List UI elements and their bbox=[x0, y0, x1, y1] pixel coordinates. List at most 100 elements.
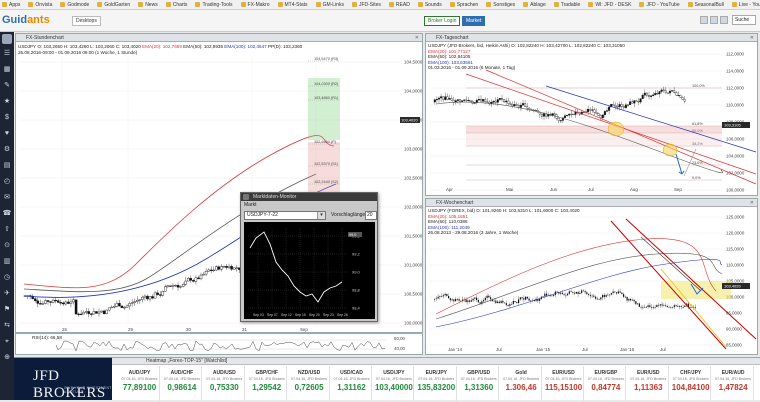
bookmark-item[interactable]: Godmode bbox=[60, 2, 89, 8]
bookmark-item[interactable]: Onvista bbox=[28, 2, 52, 8]
candle bbox=[90, 313, 93, 315]
candle bbox=[490, 297, 492, 300]
sidebar-nav-icon[interactable]: ◴ bbox=[0, 174, 14, 190]
folder-icon bbox=[60, 2, 66, 7]
sidebar-nav-icon[interactable]: ✎ bbox=[0, 78, 14, 94]
popup-titlebar[interactable]: Marktdaten-Monitor bbox=[241, 193, 377, 201]
candle bbox=[565, 294, 567, 296]
bookmark-item[interactable]: MT4-Stats bbox=[277, 2, 308, 8]
app-logo[interactable]: Guidants bbox=[2, 14, 50, 26]
bookmark-item[interactable]: JFD - YouTube bbox=[639, 2, 680, 8]
watchlist-tile[interactable]: CHF/JPY 07.04.16, JFD Brokers 104,84100 bbox=[671, 366, 712, 401]
sidebar-nav-icon[interactable]: ⚙ bbox=[0, 142, 14, 158]
workspace-tab[interactable]: Desktops bbox=[72, 16, 101, 26]
candle bbox=[516, 301, 518, 303]
rsi-tick: 60,00 bbox=[394, 336, 405, 341]
candle bbox=[648, 95, 650, 97]
candle bbox=[596, 298, 598, 300]
sidebar-nav-icon[interactable]: ✈ bbox=[0, 286, 14, 302]
avatar[interactable] bbox=[2, 34, 12, 44]
sidebar-nav-icon[interactable]: ♥ bbox=[0, 126, 14, 142]
sidebar-nav-icon[interactable]: ⇧ bbox=[0, 222, 14, 238]
bookmark-item[interactable]: News bbox=[138, 2, 158, 8]
watchlist-tile[interactable]: EUR/AUD 07.04.16, JFD Brokers 1,47824 bbox=[714, 366, 754, 401]
bookmark-item[interactable]: GoldGarten bbox=[97, 2, 130, 8]
sidebar-nav-icon[interactable]: ⌖ bbox=[0, 334, 14, 350]
bookmark-item[interactable]: SeasonalBull bbox=[687, 2, 724, 8]
folder-icon bbox=[449, 2, 455, 7]
bookmark-item[interactable]: Live - YouTube bbox=[731, 2, 760, 8]
bookmark-item[interactable]: Charts bbox=[165, 2, 187, 8]
watchlist-tile[interactable]: EUR/GBP 07.04.16, JFD Brokers 0,84774 bbox=[586, 366, 627, 401]
broker-login-button[interactable]: Broker Login bbox=[424, 16, 461, 26]
candle bbox=[469, 300, 471, 302]
bookmark-label: Ablage bbox=[530, 1, 546, 8]
sidebar-nav-icon[interactable]: ⚑ bbox=[0, 302, 14, 318]
market-button[interactable]: Market bbox=[462, 16, 486, 26]
watchlist-tile[interactable]: EUR/JPY 07.04.16, JFD Brokers 135,83200 bbox=[417, 366, 457, 401]
bookmark-item[interactable]: Ablage bbox=[523, 2, 546, 8]
layout-icon[interactable] bbox=[700, 16, 708, 24]
tile-source: 07.04.16, JFD Brokers bbox=[715, 377, 752, 381]
rsi-line bbox=[55, 340, 386, 352]
bookmark-item[interactable]: Tradable bbox=[553, 2, 580, 8]
chevron-down-icon[interactable]: ▾ bbox=[317, 212, 325, 219]
watchlist-tile[interactable]: USD/JPY 07.04.16, JFD Brokers 103,40000 bbox=[374, 366, 415, 401]
candle bbox=[654, 93, 657, 96]
tile-value: 135,83200 bbox=[417, 383, 456, 392]
sidebar-nav-icon[interactable]: ◷ bbox=[0, 270, 14, 286]
bookmark-item[interactable]: JFD-Sites bbox=[351, 2, 381, 8]
grid-icon[interactable] bbox=[710, 16, 718, 24]
jfd-brand-banner[interactable]: JFD BROKERS GIVE YOUR INVESTMENT A FUTUR… bbox=[14, 357, 112, 401]
candle bbox=[588, 294, 590, 295]
watchlist-tile[interactable]: Gold 07.04.16, JFD Brokers 1.306,46 bbox=[502, 366, 542, 401]
candle bbox=[498, 98, 501, 100]
sidebar-nav-icon[interactable]: ▥ bbox=[0, 254, 14, 270]
window-icon[interactable] bbox=[720, 16, 728, 24]
watchlist-tile[interactable]: AUD/JPY 07.04.16, JFD Brokers 77,89100 bbox=[120, 366, 160, 401]
sidebar-nav-icon[interactable]: ☎ bbox=[0, 206, 14, 222]
candle bbox=[49, 301, 52, 303]
bookmark-item[interactable]: WI: JFD - DESK bbox=[588, 2, 631, 8]
sidebar-nav-icon[interactable]: ★ bbox=[0, 94, 14, 110]
candle bbox=[546, 293, 548, 296]
bookmark-item[interactable]: Sounds bbox=[417, 2, 442, 8]
market-monitor-popup[interactable]: Marktdaten-Monitor Markt USDJPY-7-22 ▾ Vo… bbox=[240, 192, 378, 322]
sidebar-nav-icon[interactable]: $ bbox=[0, 110, 14, 126]
watchlist-tile[interactable]: NZD/USD 07.04.16, JFD Brokers 0,72605 bbox=[290, 366, 330, 401]
sidebar-nav-icon[interactable]: ⇆ bbox=[0, 318, 14, 334]
sidebar-nav-icon[interactable]: ⊙ bbox=[0, 238, 14, 254]
sidebar-nav-icon[interactable]: ▦ bbox=[0, 62, 14, 78]
watchlist-tile[interactable]: GBP/CHF 07.04.16, JFD Brokers 1,29542 bbox=[247, 366, 288, 401]
symbol-select[interactable]: USDJPY-7-22 ▾ bbox=[244, 211, 326, 220]
sidebar-nav-icon[interactable]: ☰ bbox=[0, 46, 14, 62]
pivot-label: 104,0300 (R2) bbox=[314, 82, 339, 86]
sidebar-nav-icon[interactable]: ✉ bbox=[0, 190, 14, 206]
candle bbox=[651, 307, 653, 308]
watchlist-tile[interactable]: AUD/CHF 07.04.16, JFD Brokers 0,98614 bbox=[162, 366, 203, 401]
bookmark-item[interactable]: Sprachen bbox=[449, 2, 478, 8]
search-input[interactable]: Suche bbox=[732, 15, 756, 25]
bookmark-item[interactable]: Trading-Tools bbox=[195, 2, 233, 8]
candle bbox=[79, 313, 83, 316]
bookmark-item[interactable]: READ bbox=[388, 2, 410, 8]
candle bbox=[553, 113, 556, 116]
candle bbox=[209, 269, 213, 271]
bookmark-item[interactable]: GM-Links bbox=[315, 2, 344, 8]
watchlist-tile[interactable]: EUR/USD 07.04.16, JFD Brokers 115,15100 bbox=[544, 366, 584, 401]
watchlist-tile[interactable]: USD/CAD 07.04.16, JFD Brokers 1,31162 bbox=[332, 366, 372, 401]
bookmark-item[interactable]: Apps bbox=[2, 2, 20, 8]
watchlist-tile[interactable]: AUD/USD 07.04.16, JFD Brokers 0,75330 bbox=[205, 366, 245, 401]
pivot-label: 103,4860 (R1) bbox=[314, 96, 339, 100]
candle bbox=[677, 95, 680, 96]
candle bbox=[525, 296, 527, 300]
watchlist-tile[interactable]: GBP/USD 07.04.16, JFD Brokers 1,31360 bbox=[459, 366, 500, 401]
length-input[interactable]: 20 bbox=[365, 211, 377, 220]
y-tick-label: 106,0000 bbox=[726, 137, 745, 142]
bookmark-item[interactable]: FX-Makro bbox=[240, 2, 270, 8]
watchlist-tile[interactable]: EUR/USD 07.04.16, JFD Brokers 1,11363 bbox=[629, 366, 669, 401]
sidebar-nav-icon[interactable]: ⊕ bbox=[0, 350, 14, 366]
sidebar-nav-icon[interactable]: ▤ bbox=[0, 158, 14, 174]
bookmark-item[interactable]: Sonstiges bbox=[486, 2, 515, 8]
bookmark-label: Sonstiges bbox=[493, 1, 516, 8]
